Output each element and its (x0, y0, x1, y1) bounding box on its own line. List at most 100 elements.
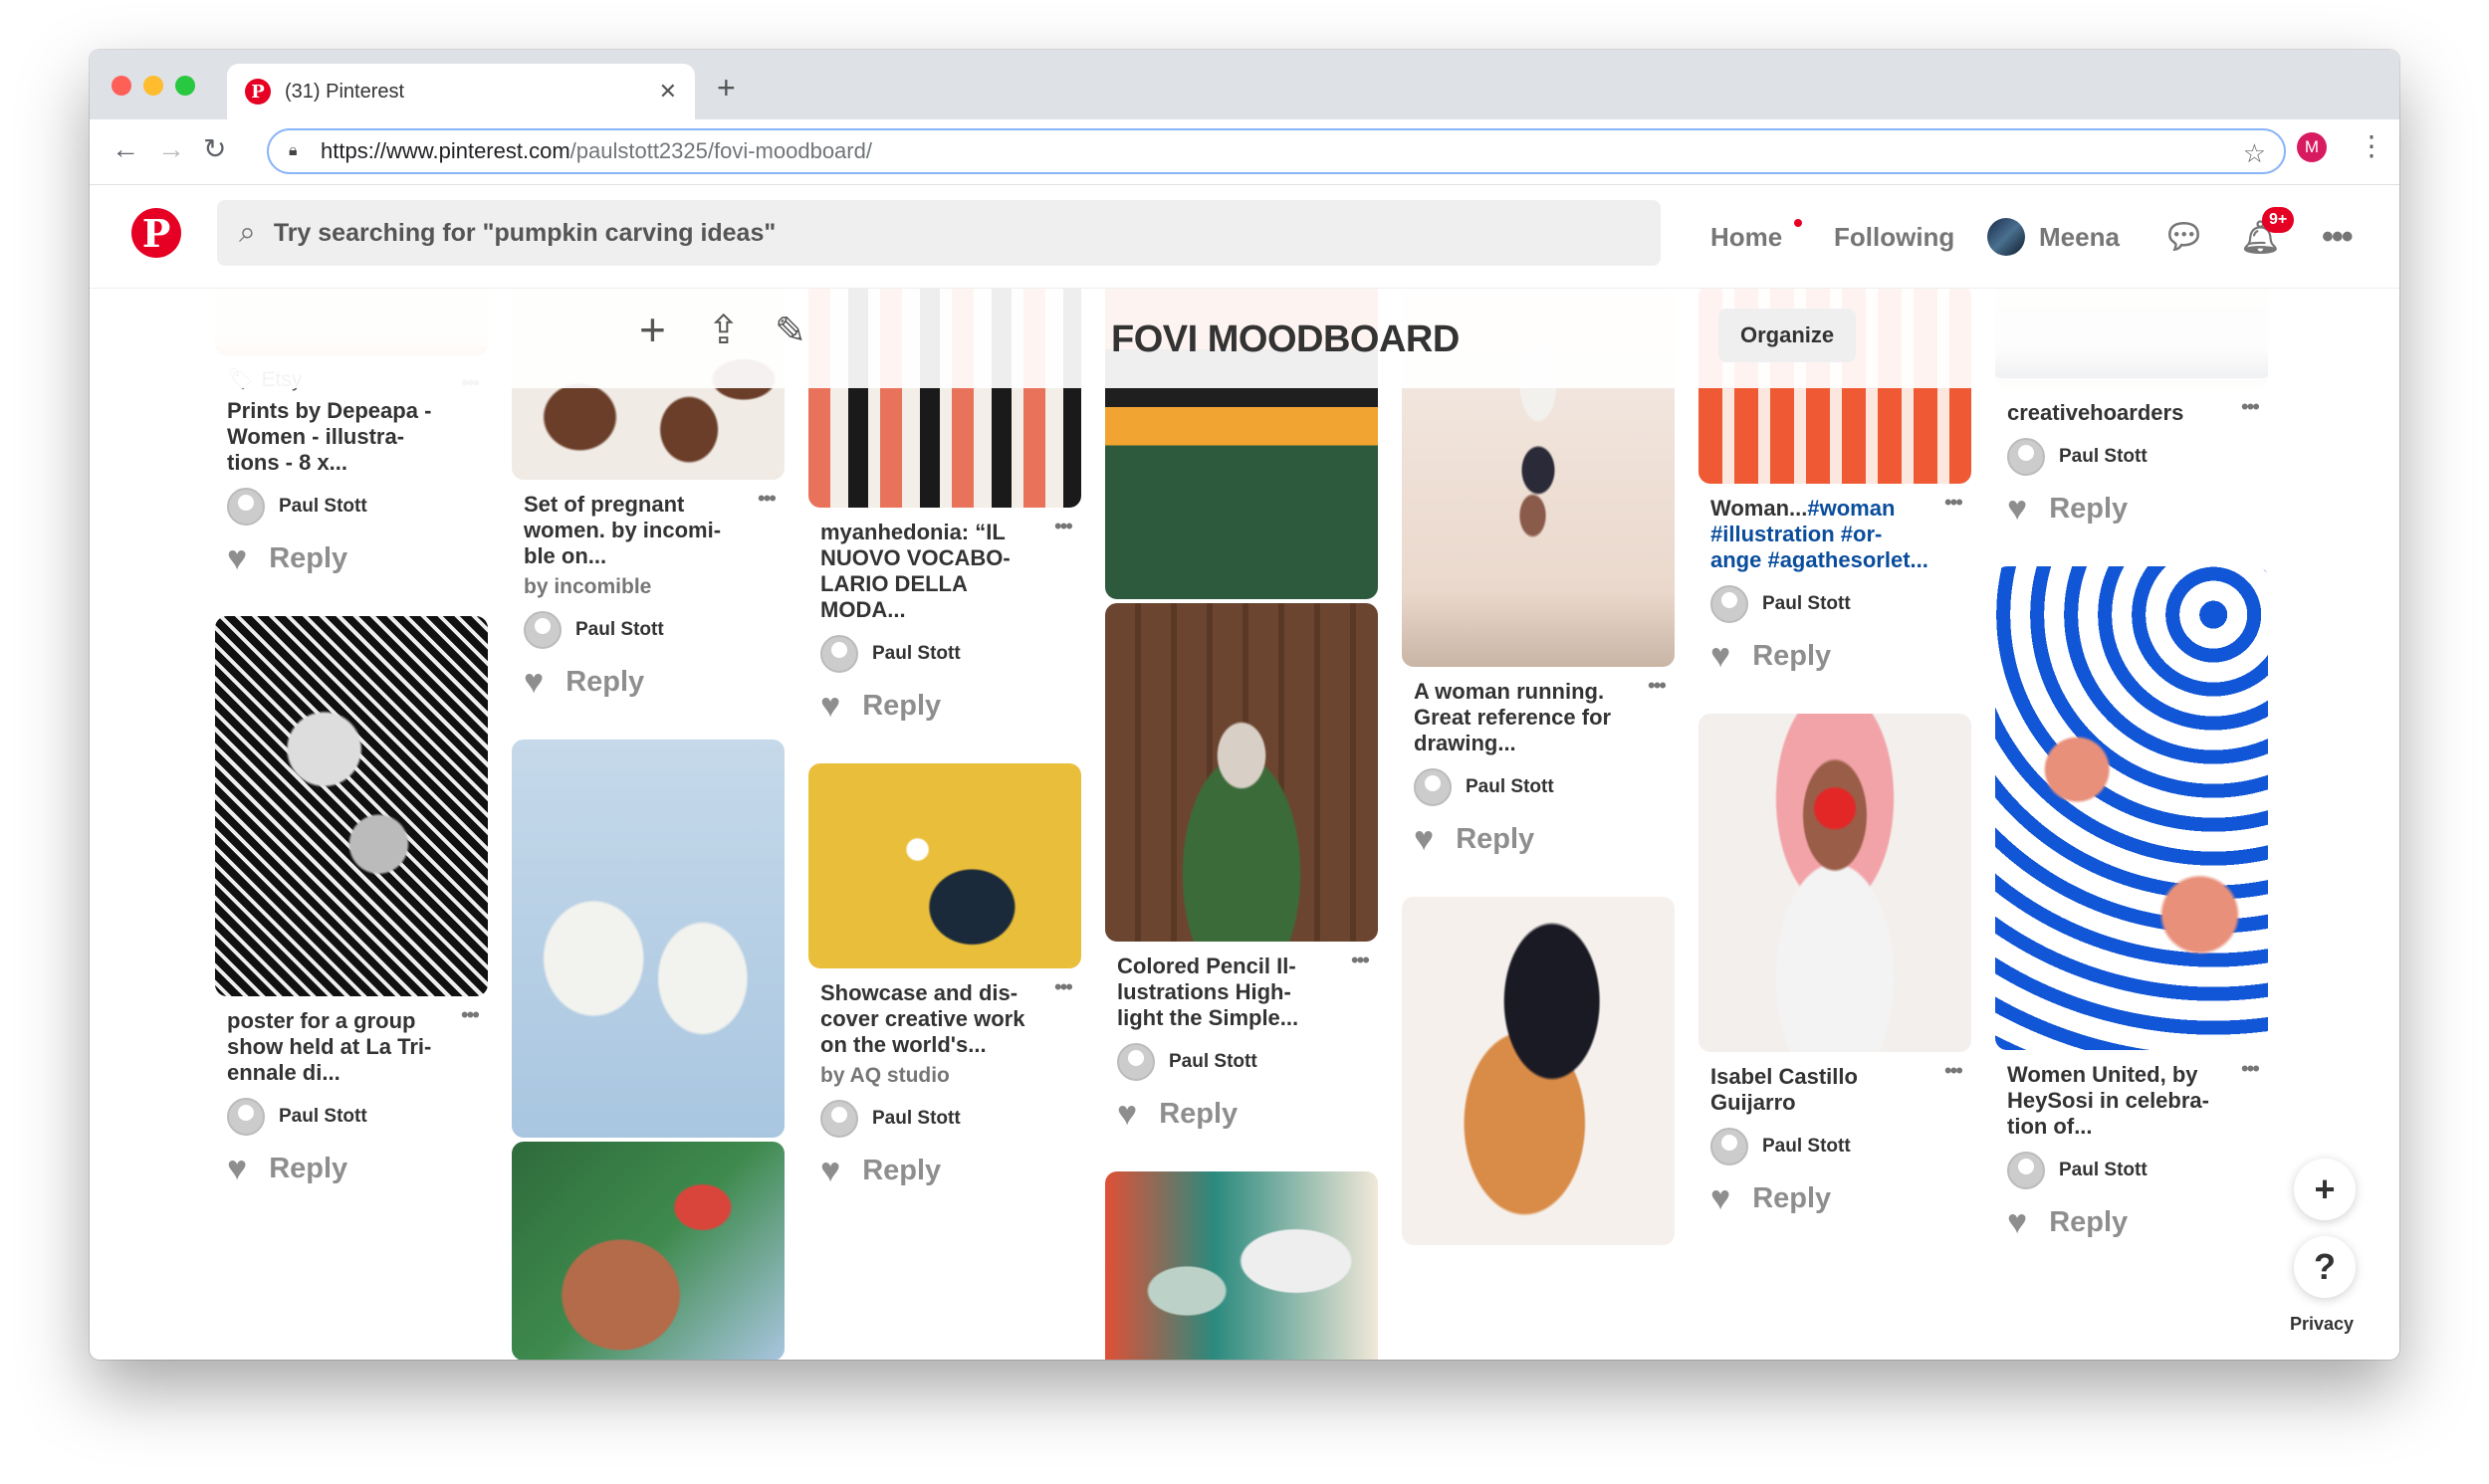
bookmark-star-icon[interactable]: ☆ (2243, 138, 2266, 169)
pin-user[interactable]: Paul Stott (820, 634, 1069, 673)
pin-title[interactable]: Colored Pencil Il-lustrations High-light… (1117, 954, 1366, 1031)
pin-image[interactable] (1995, 565, 2268, 1050)
privacy-link[interactable]: Privacy (2290, 1314, 2354, 1335)
close-window-button[interactable] (112, 76, 131, 96)
pin-title[interactable]: Women United, by HeySosi in celebra-tion… (2007, 1062, 2256, 1140)
new-tab-icon[interactable]: + (717, 72, 736, 104)
pin-more-icon[interactable]: ••• (1351, 948, 1370, 973)
pin-more-icon[interactable]: ••• (1648, 673, 1667, 699)
pin-column-6: ••• Woman...#woman #illustration #or-ang… (1698, 289, 1971, 1218)
pin-more-icon[interactable]: ••• (1054, 514, 1073, 539)
pin-user[interactable]: Paul Stott (524, 610, 773, 649)
reply-button[interactable]: Reply (1752, 1182, 1831, 1215)
pin-user[interactable]: Paul Stott (2007, 437, 2256, 476)
pin-title[interactable]: A woman running. Great reference for dra… (1414, 679, 1663, 756)
nav-following-label: Following (1834, 221, 1955, 252)
heart-icon[interactable]: ♥ (2007, 490, 2027, 529)
reply-button[interactable]: Reply (1159, 1098, 1238, 1131)
heart-icon[interactable]: ♥ (1710, 637, 1730, 676)
heart-icon[interactable]: ♥ (524, 663, 544, 702)
reply-button[interactable]: Reply (2049, 493, 2128, 526)
heart-icon[interactable]: ♥ (227, 1150, 247, 1188)
share-icon[interactable]: ⇪ (707, 311, 741, 350)
heart-icon[interactable]: ♥ (820, 1152, 840, 1190)
url-field[interactable]: 🔒︎ https://www.pinterest.com/paulstott23… (267, 128, 2286, 174)
reply-button[interactable]: Reply (2049, 1206, 2128, 1239)
more-options-icon[interactable]: ••• (2322, 185, 2354, 289)
pin-card: ••• Showcase and dis-cover creative work… (808, 968, 1081, 1190)
pinterest-logo-icon[interactable]: P (131, 208, 181, 258)
reload-icon[interactable]: ↻ (203, 135, 226, 163)
search-input[interactable]: ⌕ Try searching for "pumpkin carving ide… (217, 200, 1661, 266)
pin-user[interactable]: Paul Stott (820, 1099, 1069, 1138)
tab-bar: P (31) Pinterest ✕ + (90, 50, 2399, 119)
pin-user[interactable]: Paul Stott (2007, 1151, 2256, 1189)
browser-menu-icon[interactable]: ⋮ (2358, 129, 2385, 162)
reply-button[interactable]: Reply (1456, 823, 1534, 856)
pin-image[interactable] (1105, 1170, 1378, 1360)
heart-icon[interactable]: ♥ (2007, 1203, 2027, 1242)
pin-more-icon[interactable]: ••• (2241, 394, 2260, 420)
pin-user[interactable]: Paul Stott (227, 487, 476, 526)
organize-button[interactable]: Organize (1718, 309, 1857, 362)
browser-profile-avatar[interactable]: M (2297, 132, 2327, 162)
pin-title[interactable]: myanhedonia: “IL NUOVO VOCABO-LARIO DELL… (820, 520, 1069, 623)
pin-title[interactable]: Woman...#woman #illustration #or-ange #a… (1710, 496, 1959, 573)
pin-title[interactable]: Showcase and dis-cover creative work on … (820, 980, 1069, 1058)
pin-more-icon[interactable]: ••• (2241, 1056, 2260, 1082)
nav-following[interactable]: Following (1834, 185, 1954, 289)
forward-arrow-icon[interactable]: → (157, 135, 185, 163)
nav-home[interactable]: Home (1710, 185, 1802, 289)
pin-image[interactable] (1698, 713, 1971, 1052)
pin-user[interactable]: Paul Stott (1414, 767, 1663, 806)
heart-icon[interactable]: ♥ (1710, 1179, 1730, 1218)
pin-user[interactable]: Paul Stott (1710, 584, 1959, 623)
reply-button[interactable]: Reply (1752, 640, 1831, 673)
messages-icon[interactable]: 💬︎ (2162, 185, 2205, 289)
pin-more-icon[interactable]: ••• (1944, 1058, 1963, 1084)
pin-image[interactable] (1402, 896, 1675, 1245)
add-pin-icon[interactable]: + (639, 307, 666, 352)
pin-more-icon[interactable]: ••• (1054, 974, 1073, 1000)
edit-pencil-icon[interactable]: ✎ (775, 313, 806, 350)
pin-user[interactable]: Paul Stott (1710, 1127, 1959, 1166)
nav-profile[interactable]: Meena (1987, 185, 2120, 289)
pin-image[interactable] (512, 739, 785, 1138)
pin-image[interactable] (215, 615, 488, 996)
reply-button[interactable]: Reply (566, 666, 644, 699)
browser-tab[interactable]: P (31) Pinterest ✕ (227, 64, 695, 119)
pin-column-4: ••• Colored Pencil Il-lustrations High-l… (1105, 289, 1378, 1360)
pin-more-icon[interactable]: ••• (461, 1002, 480, 1028)
pin-more-icon[interactable]: ••• (758, 486, 777, 512)
pin-attribution[interactable]: by incomible (524, 575, 773, 599)
heart-icon[interactable]: ♥ (1117, 1095, 1137, 1134)
minimize-window-button[interactable] (143, 76, 163, 96)
reply-button[interactable]: Reply (862, 690, 941, 723)
pin-image[interactable] (1105, 603, 1378, 942)
notifications-bell-icon[interactable]: 🔔︎ (2240, 185, 2281, 289)
pin-title[interactable]: Isabel Castillo Guijarro (1710, 1064, 1959, 1116)
pin-title[interactable]: creativehoarders (2007, 400, 2256, 426)
pin-title[interactable]: Prints by Depeapa - Women - illustra-tio… (227, 398, 476, 476)
heart-icon[interactable]: ♥ (1414, 820, 1434, 859)
reply-button[interactable]: Reply (269, 542, 347, 575)
heart-icon[interactable]: ♥ (227, 539, 247, 578)
pin-more-icon[interactable]: ••• (1944, 490, 1963, 516)
pin-image[interactable] (512, 1141, 785, 1360)
help-fab-button[interactable]: ? (2294, 1236, 2356, 1298)
back-arrow-icon[interactable]: ← (112, 135, 139, 163)
maximize-window-button[interactable] (175, 76, 195, 96)
reply-button[interactable]: Reply (269, 1153, 347, 1185)
pin-title[interactable]: poster for a group show held at La Tri-e… (227, 1008, 476, 1086)
pin-image[interactable] (808, 762, 1081, 968)
reply-button[interactable]: Reply (862, 1155, 941, 1187)
reply-row: ♥ Reply (227, 539, 476, 578)
add-fab-button[interactable]: + (2294, 1159, 2356, 1220)
reply-row: ♥ Reply (820, 687, 1069, 726)
pin-attribution[interactable]: by AQ studio (820, 1064, 1069, 1088)
heart-icon[interactable]: ♥ (820, 687, 840, 726)
pin-user[interactable]: Paul Stott (1117, 1042, 1366, 1081)
pin-user[interactable]: Paul Stott (227, 1097, 476, 1136)
pin-title[interactable]: Set of pregnant women. by incomi-ble on.… (524, 492, 773, 569)
tab-close-icon[interactable]: ✕ (659, 79, 677, 105)
